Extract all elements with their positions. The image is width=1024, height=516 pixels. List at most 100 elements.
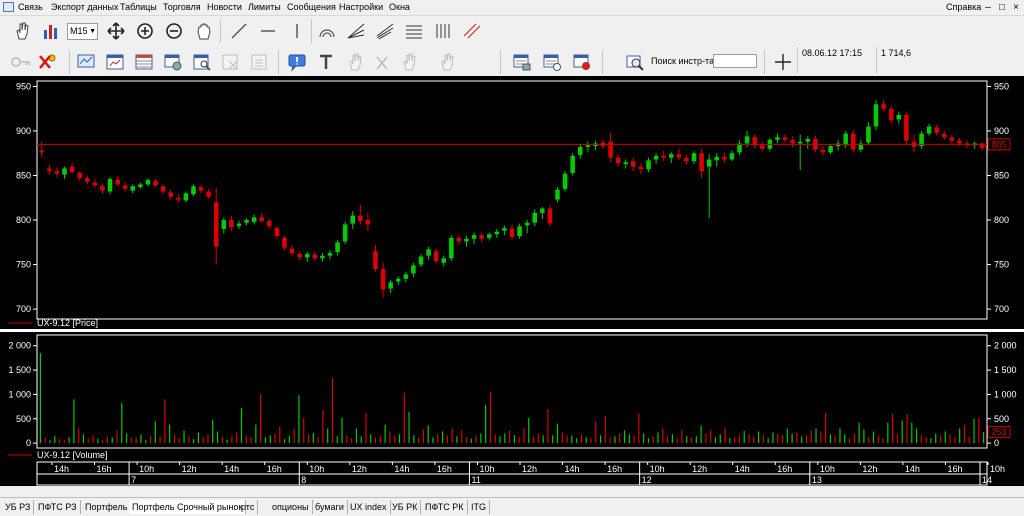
grab-hand-icon[interactable] (193, 20, 215, 42)
tab-securities[interactable]: бумаги (312, 500, 348, 514)
tab-ux-index[interactable]: UX index (347, 500, 391, 514)
candle-body (373, 251, 378, 270)
tab-pfts-rz[interactable]: ПФТС РЗ (35, 500, 81, 514)
chart-canvas[interactable]: 700 700750 750800 800850 850900 900950 950 885… (0, 76, 1024, 486)
cycle-lines-icon[interactable] (403, 20, 425, 42)
candle-body (350, 215, 356, 224)
cross-tool-icon[interactable] (371, 51, 393, 73)
candle-body (797, 141, 803, 144)
doc-icon[interactable] (220, 51, 242, 73)
candle-body (843, 133, 848, 146)
candle-body (85, 178, 90, 182)
candle-body (646, 160, 651, 170)
candle-body (380, 269, 386, 290)
channel-icon[interactable] (374, 20, 396, 42)
menu-item-help[interactable]: Справка (946, 2, 981, 13)
fan-icon[interactable] (345, 20, 367, 42)
find-instrument-icon[interactable] (624, 51, 646, 73)
tab-portfolio[interactable]: Портфель (82, 500, 132, 514)
candle-body (213, 202, 219, 247)
hand-icon[interactable] (11, 20, 33, 42)
menu-item-trading[interactable]: Торговля (163, 2, 201, 13)
parallel-lines-icon[interactable] (432, 20, 454, 42)
candle-body (138, 184, 143, 188)
diagonal-pair-icon[interactable] (461, 20, 483, 42)
hand-tool3-icon[interactable] (436, 51, 458, 73)
tab-itg[interactable]: ITG (468, 500, 490, 514)
candle-body (790, 139, 795, 144)
hand-tool2-icon[interactable] (398, 51, 420, 73)
menu-item-messages[interactable]: Сообщения (287, 2, 336, 13)
pane-separator[interactable] (0, 329, 1024, 332)
interval-value: M15 (70, 26, 88, 36)
close-button[interactable]: × (1008, 1, 1024, 14)
menu-item-export[interactable]: Экспорт данных (51, 2, 118, 13)
candle-body (259, 217, 265, 221)
menu-item-connection[interactable]: Связь (18, 2, 43, 13)
price-ytick-label: 750 (994, 260, 1009, 270)
text-tool-icon[interactable] (315, 51, 337, 73)
horizontal-line-icon[interactable] (257, 20, 279, 42)
search-input[interactable] (713, 54, 757, 68)
zoom-in-icon[interactable] (134, 20, 156, 42)
menu-item-tables[interactable]: Таблицы (120, 2, 157, 13)
vertical-line-icon[interactable] (286, 20, 308, 42)
menu-item-news[interactable]: Новости (207, 2, 242, 13)
search-doc-icon[interactable] (191, 51, 213, 73)
menu-item-limits[interactable]: Лимиты (248, 2, 281, 13)
price-pane-frame (36, 80, 988, 320)
interval-select[interactable]: M15 ▼ (67, 23, 98, 40)
chart-window[interactable]: 700 700 750 750 800 800 850 850 900 900 950 950 885… (0, 76, 1024, 486)
zoom-out-icon[interactable] (163, 20, 185, 42)
time-axis-hour-label: 12h (182, 464, 197, 474)
time-axis-day-label: 12 (642, 475, 652, 485)
toolbar-separator (69, 50, 70, 74)
alert-icon[interactable] (286, 51, 308, 73)
time-axis-hour-label: 10h (139, 464, 154, 474)
app-icon[interactable] (3, 2, 14, 12)
candle-body (168, 192, 173, 197)
tab-ub-rz[interactable]: УБ РЗ (2, 500, 35, 514)
table-icon[interactable] (133, 51, 155, 73)
time-axis-hour-label: 10h (309, 464, 324, 474)
candle-body (540, 208, 545, 213)
tab-pfts-rk[interactable]: ПФТС РК (422, 500, 468, 514)
candle-body (949, 137, 955, 141)
arc-icon[interactable] (316, 20, 338, 42)
hand-tool-icon[interactable] (344, 51, 366, 73)
candle-body (69, 166, 75, 172)
key-icon[interactable] (10, 51, 32, 73)
candle-body (297, 253, 302, 258)
tab-rts[interactable]: ртс (238, 500, 259, 514)
tab-ub-rk[interactable]: УБ РК (389, 500, 422, 514)
tab-portfolio-futures[interactable]: Портфель Срочный рынок (129, 500, 247, 514)
portfolio-icon[interactable] (162, 51, 184, 73)
tab-options[interactable]: опционы (269, 500, 313, 514)
candle-body (699, 153, 704, 172)
candle-body (888, 108, 894, 121)
candle-body (176, 197, 181, 200)
bar-chart-icon[interactable] (40, 20, 62, 42)
candle-body (153, 180, 158, 186)
stop-orders-icon[interactable] (571, 51, 593, 73)
time-axis-hour-label: 16h (777, 464, 792, 474)
orders-icon[interactable] (511, 51, 533, 73)
trend-line-icon[interactable] (228, 20, 250, 42)
trades-icon[interactable] (541, 51, 563, 73)
crosshair-icon[interactable] (772, 51, 794, 73)
price-legend: UX-9.12 [Price] (37, 318, 98, 328)
doc2-icon[interactable] (249, 51, 271, 73)
disconnect-icon[interactable] (37, 51, 59, 73)
candle-body (198, 187, 204, 191)
chart-window-icon[interactable] (104, 51, 126, 73)
candle-body (342, 224, 348, 242)
menu-item-windows[interactable]: Окна (389, 2, 410, 13)
price-ytick-label: 850 (994, 171, 1009, 181)
monitor-icon[interactable] (75, 51, 97, 73)
candle-body (547, 208, 553, 224)
cursor-datetime-box: 08.06.12 17:15 (797, 47, 876, 73)
candle-body (486, 234, 492, 238)
menu-item-settings[interactable]: Настройки (339, 2, 383, 13)
toolbar-separator (311, 19, 312, 43)
move-cross-icon[interactable] (105, 20, 127, 42)
